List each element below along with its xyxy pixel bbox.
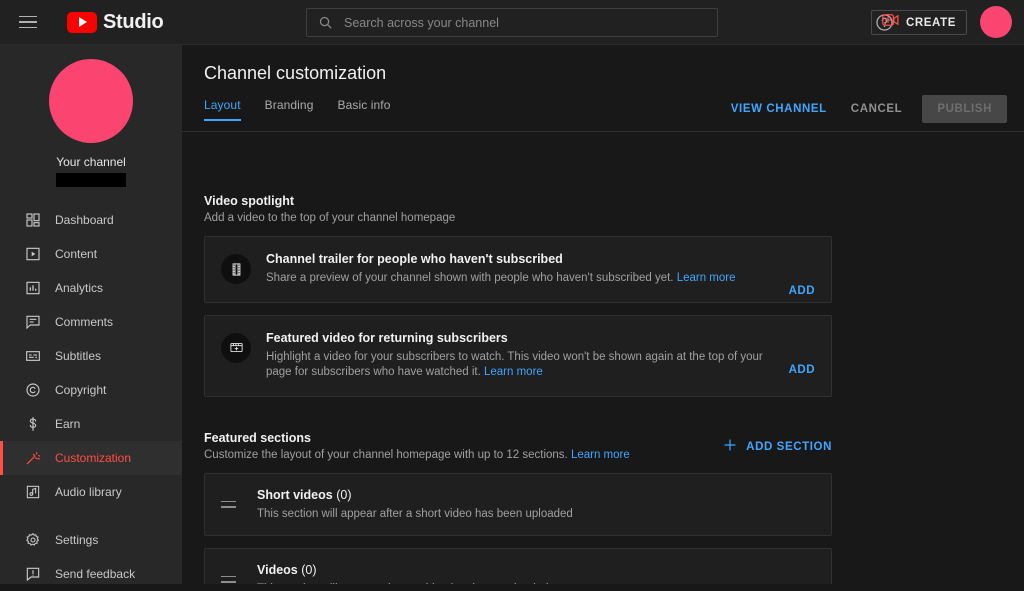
- content-scroll-area: Video spotlight Add a video to the top o…: [182, 177, 1024, 584]
- magic-wand-icon: [22, 447, 44, 469]
- sidebar-item-analytics[interactable]: Analytics: [0, 271, 182, 305]
- channel-avatar[interactable]: [49, 59, 133, 143]
- sidebar-item-label: Earn: [55, 417, 81, 431]
- sidebar-item-customization[interactable]: Customization: [0, 441, 182, 475]
- section-row-short-videos[interactable]: Short videos (0) This section will appea…: [204, 472, 832, 536]
- dollar-icon: [22, 413, 44, 435]
- add-featured-video-button[interactable]: ADD: [789, 364, 815, 376]
- search-input[interactable]: [344, 15, 717, 30]
- row-description: This section will appear after a short v…: [257, 508, 573, 520]
- card-body: Featured video for returning subscribers…: [266, 331, 776, 381]
- tabs-divider: [182, 131, 1024, 132]
- add-section-button[interactable]: ADD SECTION: [722, 437, 832, 458]
- row-title-text: Videos: [257, 563, 298, 577]
- sidebar-item-settings[interactable]: Settings: [0, 523, 182, 557]
- card-description: Highlight a video for your subscribers t…: [266, 350, 776, 381]
- main-content: Channel customization Layout Branding Ba…: [182, 45, 1024, 584]
- card-body: Channel trailer for people who haven't s…: [266, 252, 776, 287]
- header-actions: VIEW CHANNEL CANCEL PUBLISH: [721, 95, 1007, 123]
- featured-sections-subheading-text: Customize the layout of your channel hom…: [204, 448, 568, 461]
- analytics-bars-icon: [22, 277, 44, 299]
- film-strip-icon: [221, 254, 251, 284]
- hamburger-icon[interactable]: [16, 10, 40, 34]
- sidebar-item-label: Copyright: [55, 383, 107, 397]
- row-body: Videos (0) This section will appear when…: [257, 563, 549, 584]
- content-play-icon: [22, 243, 44, 265]
- avatar[interactable]: [980, 6, 1012, 38]
- featured-sections-header: Featured sections Customize the layout o…: [204, 431, 832, 461]
- sidebar-item-label: Subtitles: [55, 349, 102, 363]
- sidebar-item-dashboard[interactable]: Dashboard: [0, 203, 182, 237]
- create-button-label: CREATE: [905, 16, 956, 29]
- row-title-text: Short videos: [257, 488, 333, 502]
- sidebar-item-label: Settings: [55, 533, 99, 547]
- dashboard-grid-icon: [22, 209, 44, 231]
- sidebar-item-label: Audio library: [55, 485, 122, 499]
- learn-more-link[interactable]: Learn more: [571, 449, 630, 461]
- tab-branding[interactable]: Branding: [265, 98, 314, 121]
- comment-bubble-icon: [22, 311, 44, 333]
- feedback-icon: [22, 563, 44, 585]
- youtube-play-icon: [67, 11, 97, 33]
- view-channel-button[interactable]: VIEW CHANNEL: [721, 95, 837, 123]
- drag-handle-icon[interactable]: [221, 500, 239, 508]
- learn-more-link[interactable]: Learn more: [677, 272, 736, 284]
- sidebar-item-subtitles[interactable]: Subtitles: [0, 339, 182, 373]
- video-plus-icon: [882, 13, 899, 32]
- sidebar-item-label: Customization: [55, 451, 132, 465]
- section-row-videos[interactable]: Videos (0) This section will appear when…: [204, 547, 832, 584]
- plus-icon: [722, 437, 738, 458]
- cancel-button[interactable]: CANCEL: [841, 95, 913, 123]
- featured-video-card[interactable]: Featured video for returning subscribers…: [204, 314, 832, 397]
- channel-trailer-card[interactable]: Channel trailer for people who haven't s…: [204, 236, 832, 303]
- sidebar-item-audio-library[interactable]: Audio library: [0, 475, 182, 509]
- add-trailer-button[interactable]: ADD: [789, 285, 815, 297]
- music-note-icon: [22, 481, 44, 503]
- row-body: Short videos (0) This section will appea…: [257, 488, 573, 520]
- sidebar: Your channel Dashboard Content Analytics…: [0, 45, 182, 584]
- top-bar: Studio CREATE: [0, 0, 1024, 45]
- video-spotlight-subheading: Add a video to the top of your channel h…: [204, 212, 456, 224]
- sidebar-item-earn[interactable]: Earn: [0, 407, 182, 441]
- page-title: Channel customization: [204, 63, 387, 83]
- sidebar-item-label: Analytics: [55, 281, 104, 295]
- sidebar-item-label: Dashboard: [55, 213, 114, 227]
- card-title: Channel trailer for people who haven't s…: [266, 252, 563, 266]
- subtitles-icon: [22, 345, 44, 367]
- publish-button[interactable]: PUBLISH: [922, 95, 1007, 123]
- studio-logo[interactable]: Studio: [67, 10, 164, 34]
- search-bar[interactable]: [306, 8, 718, 37]
- row-title: Short videos (0): [257, 488, 573, 502]
- card-title: Featured video for returning subscribers: [266, 330, 508, 345]
- copyright-icon: [22, 379, 44, 401]
- studio-logo-text: Studio: [103, 10, 164, 33]
- card-description-text: Share a preview of your channel shown wi…: [266, 272, 674, 284]
- learn-more-link[interactable]: Learn more: [484, 366, 543, 378]
- video-spotlight-heading: Video spotlight: [204, 194, 295, 208]
- sidebar-item-comments[interactable]: Comments: [0, 305, 182, 339]
- row-title: Videos (0): [257, 563, 549, 577]
- row-count: (0): [336, 488, 352, 502]
- channel-handle-redacted: [56, 173, 126, 187]
- channel-name: Your channel: [56, 155, 126, 169]
- tab-layout[interactable]: Layout: [204, 98, 241, 121]
- sidebar-item-label: Content: [55, 247, 98, 261]
- create-button[interactable]: CREATE: [870, 10, 967, 35]
- video-add-icon: [221, 332, 251, 363]
- drag-handle-icon[interactable]: [221, 575, 239, 583]
- tab-basic-info[interactable]: Basic info: [337, 98, 390, 121]
- sidebar-item-copyright[interactable]: Copyright: [0, 373, 182, 407]
- sidebar-item-content[interactable]: Content: [0, 237, 182, 271]
- sidebar-nav: Dashboard Content Analytics Comments Sub…: [0, 203, 182, 591]
- channel-block: Your channel: [0, 45, 182, 187]
- gear-icon: [22, 529, 44, 551]
- sidebar-item-label: Send feedback: [55, 567, 136, 581]
- card-description: Share a preview of your channel shown wi…: [266, 271, 776, 287]
- row-count: (0): [301, 563, 317, 577]
- search-icon: [318, 15, 333, 30]
- sidebar-item-label: Comments: [55, 315, 114, 329]
- add-section-label: ADD SECTION: [746, 441, 832, 453]
- nav-divider-gap: [0, 509, 182, 523]
- sidebar-item-send-feedback[interactable]: Send feedback: [0, 557, 182, 591]
